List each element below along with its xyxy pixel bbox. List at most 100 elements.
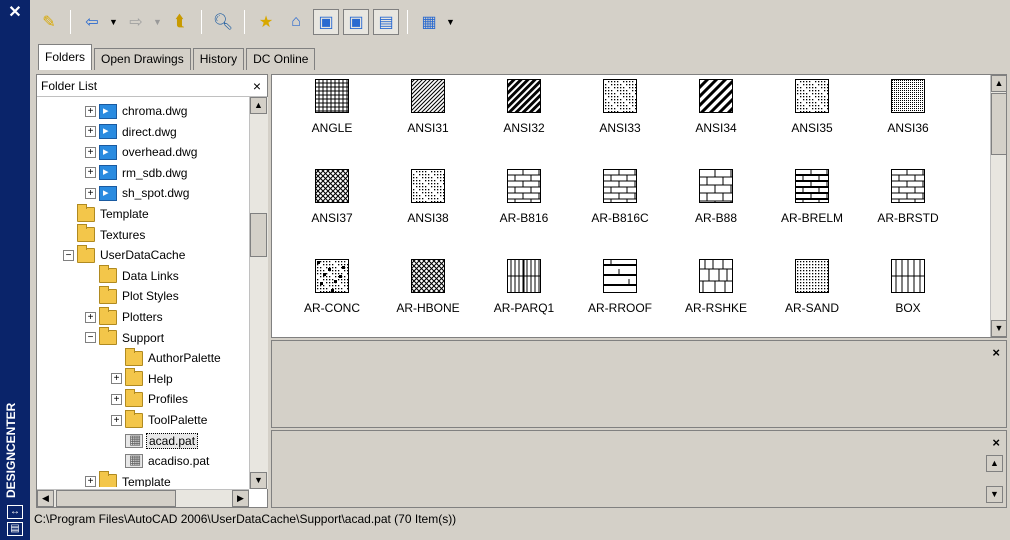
back-button[interactable]: ⇦ [79,9,105,35]
pattern-item[interactable]: BOX [868,257,948,337]
auto-hide-button[interactable]: ↔ [7,505,23,519]
description-scroll-down-button[interactable]: ▼ [986,486,1003,503]
expand-icon[interactable]: + [85,167,96,179]
scroll-left-button[interactable]: ◀ [37,490,54,507]
tree-node[interactable]: + Profiles [111,388,190,409]
tree-node[interactable]: Textures [63,224,147,245]
pattern-item[interactable]: AR-HBONE [388,257,468,337]
scroll-up-button[interactable]: ▲ [250,97,267,114]
views-dropdown[interactable]: ▼ [446,17,456,27]
tree-node[interactable]: + ToolPalette [111,409,209,430]
tree-node-label: Plotters [122,310,163,324]
pattern-item[interactable]: AR-RROOF [580,257,660,337]
pattern-item[interactable]: ANSI33 [580,77,660,157]
hatch-pattern-icon [507,259,541,293]
tab-open-drawings[interactable]: Open Drawings [94,48,191,70]
expand-icon[interactable]: + [111,393,122,405]
forward-button[interactable]: ⇨ [123,9,149,35]
tab-folders[interactable]: Folders [38,44,93,70]
tree-node[interactable]: acadiso.pat [111,451,211,471]
pattern-item[interactable]: AR-SAND [772,257,852,337]
pattern-item[interactable]: AR-RSHKE [676,257,756,337]
expand-icon[interactable]: + [111,414,122,426]
toolbar-separator [201,10,202,34]
pattern-item[interactable]: AR-CONC [292,257,372,337]
search-button[interactable]: 🔍︎ [210,9,236,35]
description-close-button[interactable]: × [992,435,1000,450]
tree-node[interactable]: + Help [111,368,175,389]
favorites-button[interactable]: ★ [253,9,279,35]
load-button[interactable]: ✎ [36,9,62,35]
scroll-right-button[interactable]: ▶ [232,490,249,507]
expand-icon[interactable]: + [85,311,96,323]
pattern-item[interactable]: AR-BRELM [772,167,852,247]
collapse-icon[interactable]: − [85,332,96,344]
pattern-item[interactable]: AR-B816 [484,167,564,247]
tab-history[interactable]: History [192,48,245,70]
scroll-thumb[interactable] [250,213,267,257]
back-dropdown[interactable]: ▼ [109,17,119,27]
pattern-item[interactable]: ANSI38 [388,167,468,247]
preview-button[interactable]: ▣ [343,9,369,35]
forward-dropdown[interactable]: ▼ [153,17,163,27]
folder-tree[interactable]: + chroma.dwg + direct.dwg + overhead.dwg + rm_s… [37,97,249,487]
preview-close-button[interactable]: × [992,345,1000,360]
close-palette-button[interactable]: ✕ [6,4,24,22]
tree-node[interactable]: + Template [85,471,173,487]
scroll-thumb[interactable] [991,93,1006,155]
properties-menu-button[interactable]: ▤ [7,522,23,536]
pattern-item[interactable]: AR-PARQ1 [484,257,564,337]
expand-icon[interactable]: + [85,476,96,487]
pattern-item[interactable]: AR-B88 [676,167,756,247]
scroll-up-button[interactable]: ▲ [991,75,1006,92]
home-button[interactable]: ⌂ [283,9,309,35]
tree-view-toggle-button[interactable]: ▣ [313,9,339,35]
folder-tree-vertical-scrollbar[interactable]: ▲ ▼ [249,97,268,489]
tree-node[interactable]: − UserDataCache [63,244,187,265]
folder-icon [77,203,95,222]
tree-node[interactable]: AuthorPalette [111,347,223,368]
palette-title-strip[interactable]: ✕ DESIGNCENTER ↔ ▤ [0,0,30,540]
tree-node[interactable]: Template [63,203,151,224]
scroll-down-button[interactable]: ▼ [991,320,1006,337]
tree-node[interactable]: + overhead.dwg [85,142,199,162]
tree-node[interactable]: Data Links [85,265,181,286]
expand-icon[interactable]: + [85,105,96,117]
scroll-thumb[interactable] [56,490,176,507]
collapse-icon[interactable]: − [63,249,74,261]
content-vertical-scrollbar[interactable]: ▲ ▼ [990,75,1006,337]
pattern-item[interactable]: AR-B816C [580,167,660,247]
tree-node[interactable]: − Support [85,327,166,348]
expand-icon[interactable]: + [85,126,96,138]
tree-node[interactable]: + chroma.dwg [85,101,189,121]
tree-node[interactable]: + Plotters [85,306,165,327]
pattern-item[interactable]: AR-BRSTD [868,167,948,247]
tab-dc-online[interactable]: DC Online [246,48,316,70]
views-button[interactable]: ▦ [416,9,442,35]
tree-node-label: chroma.dwg [122,104,188,118]
tree-node[interactable]: + sh_spot.dwg [85,183,191,203]
description-scroll-up-button[interactable]: ▲ [986,455,1003,472]
expand-icon[interactable]: + [85,187,96,199]
folder-list-close-button[interactable]: × [253,78,261,94]
tree-node[interactable]: acad.pat [111,431,199,451]
tree-node-label: ToolPalette [148,413,208,427]
pattern-item[interactable]: ANSI37 [292,167,372,247]
expand-icon[interactable]: + [111,373,122,385]
tree-node[interactable]: + rm_sdb.dwg [85,163,189,183]
pattern-label: ANSI34 [695,121,737,135]
pattern-item[interactable]: ANSI35 [772,77,852,157]
tree-node[interactable]: + direct.dwg [85,122,179,142]
pattern-item[interactable]: ANSI36 [868,77,948,157]
tree-node[interactable]: Plot Styles [85,285,181,306]
tab-strip: Folders Open Drawings History DC Online [38,44,317,70]
expand-icon[interactable]: + [85,146,96,158]
scroll-down-button[interactable]: ▼ [250,472,267,489]
pattern-item[interactable]: ANGLE [292,77,372,157]
pattern-item[interactable]: ANSI34 [676,77,756,157]
pattern-item[interactable]: ANSI31 [388,77,468,157]
up-button[interactable]: ⮬ [167,9,193,35]
folder-tree-horizontal-scrollbar[interactable]: ◀ ▶ [37,489,249,507]
description-button[interactable]: ▤ [373,9,399,35]
pattern-item[interactable]: ANSI32 [484,77,564,157]
